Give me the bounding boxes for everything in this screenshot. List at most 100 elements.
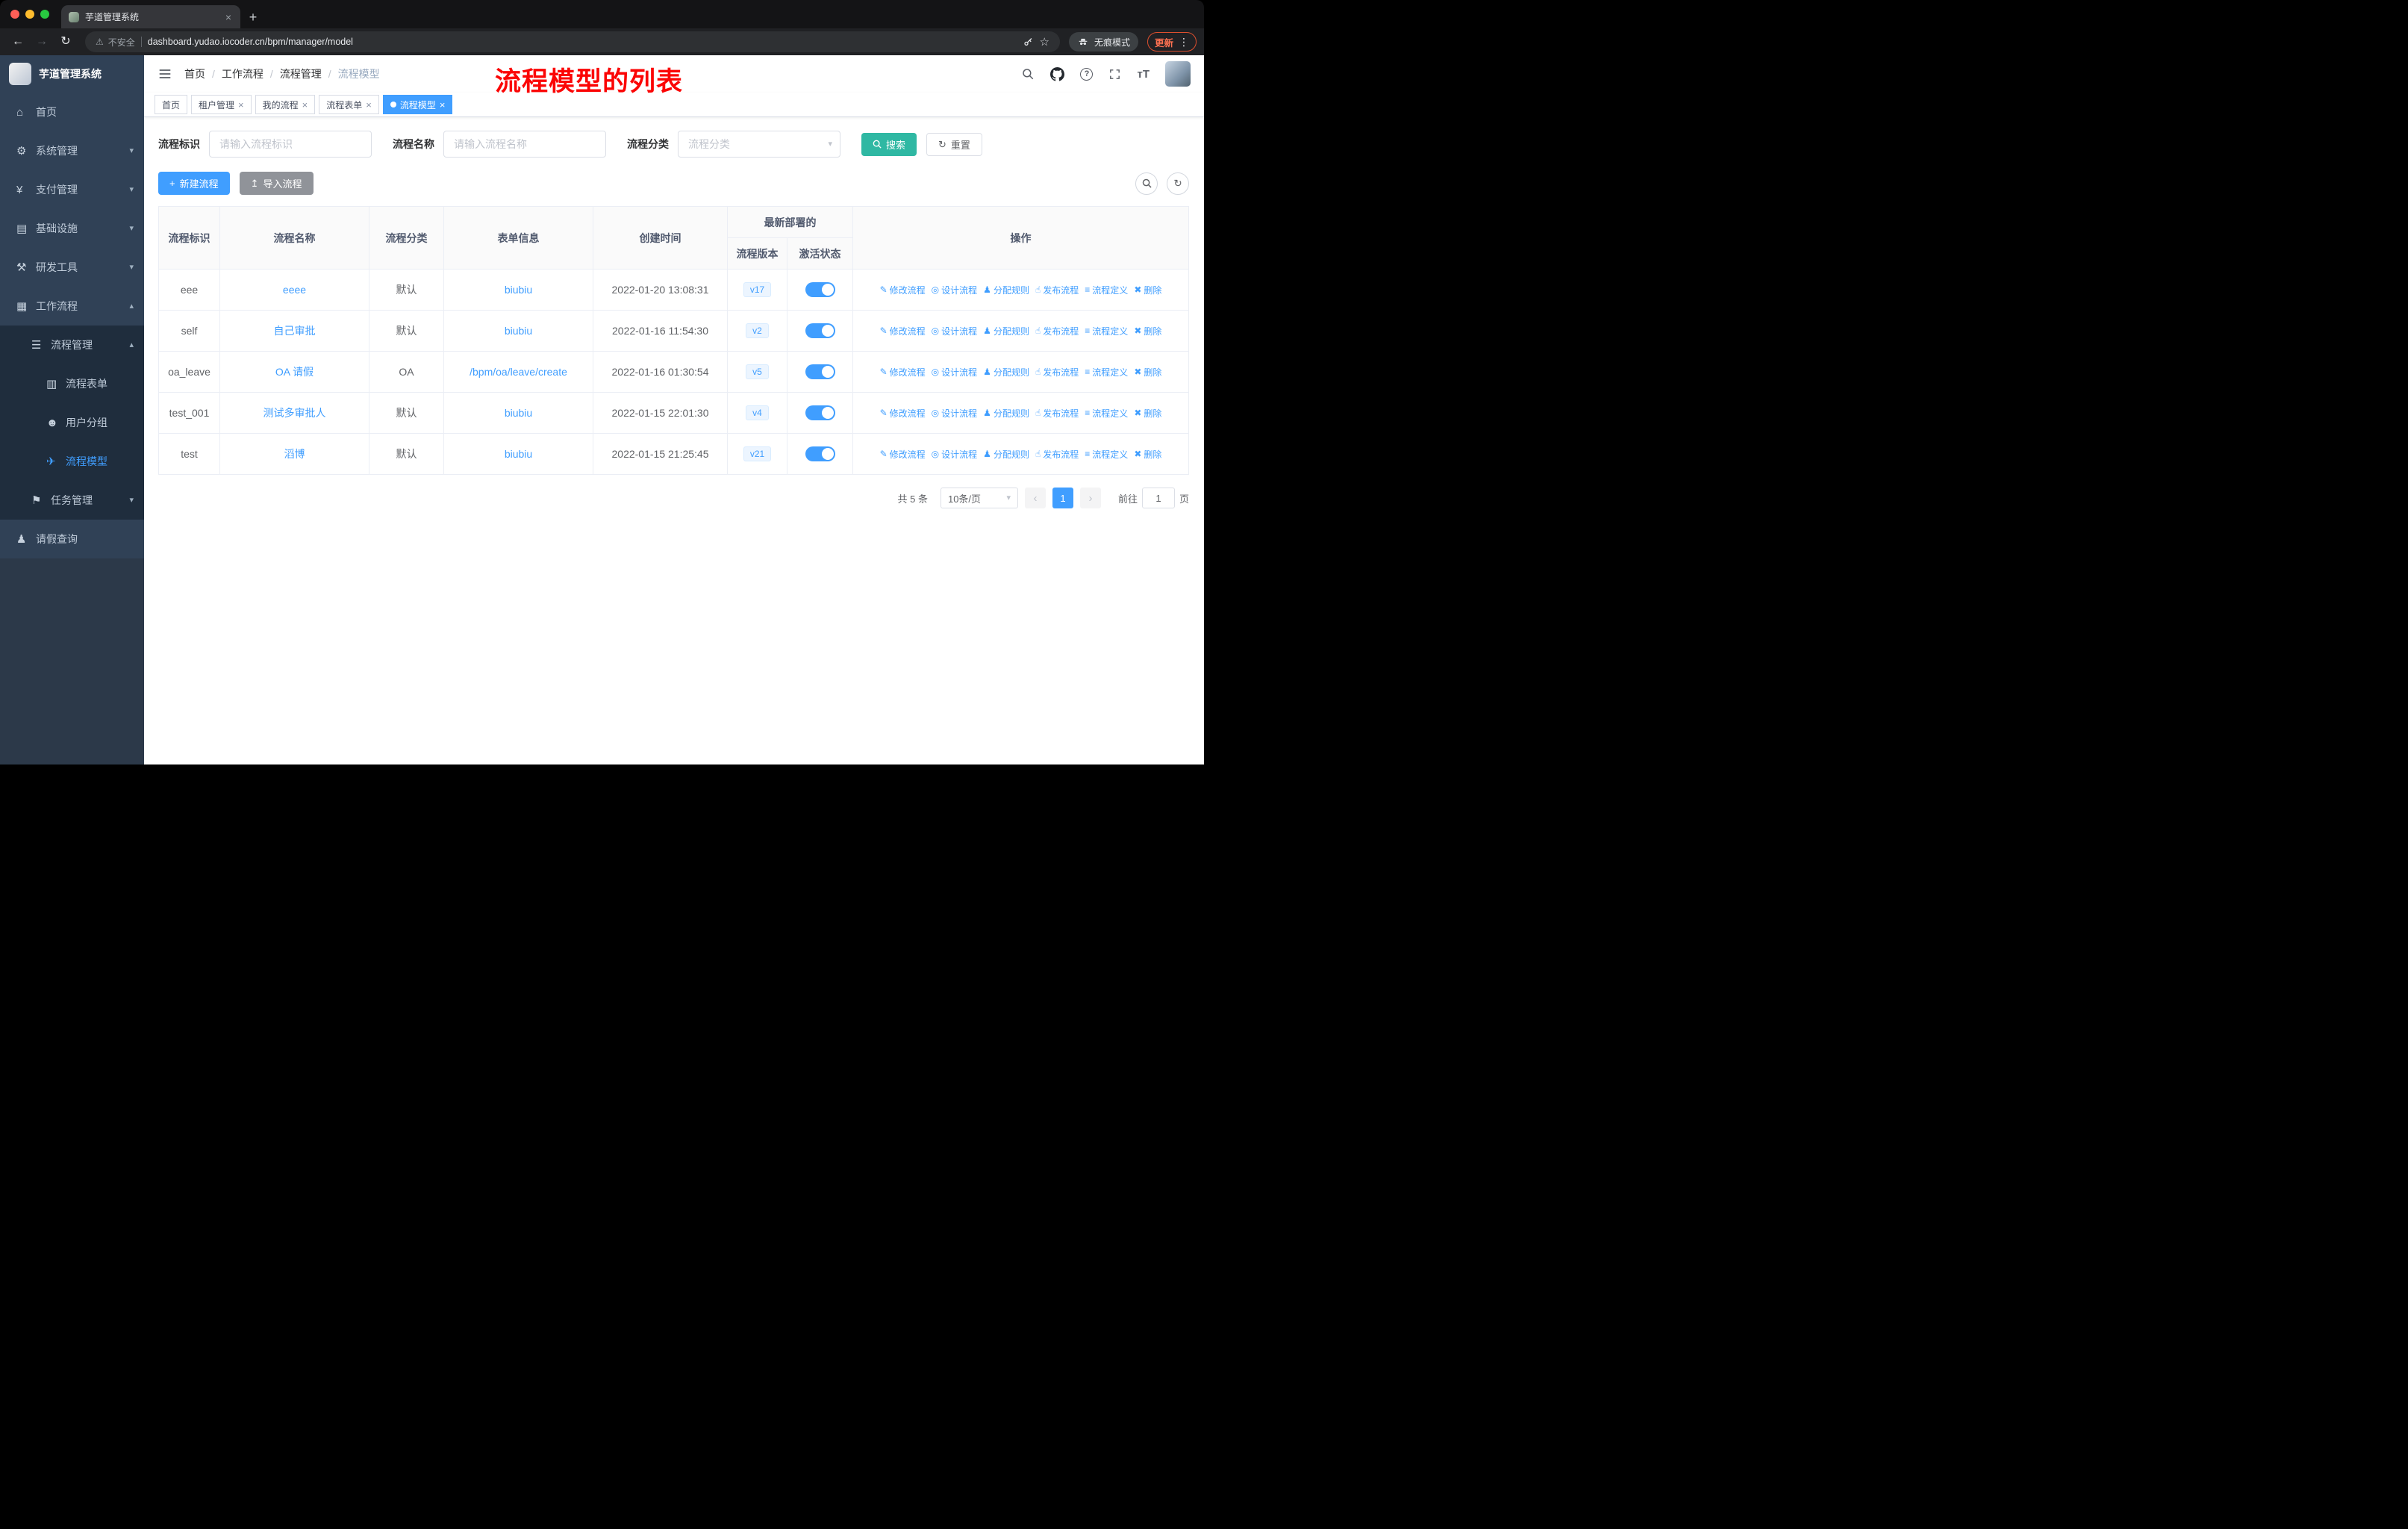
publish-process-link[interactable]: ☝ 发布流程 [1035, 448, 1079, 461]
process-name-link[interactable]: 自己审批 [274, 325, 316, 337]
design-process-link[interactable]: ◎ 设计流程 [932, 366, 978, 379]
forward-icon[interactable]: → [31, 36, 52, 48]
process-name-link[interactable]: 滔博 [284, 448, 305, 460]
password-key-icon[interactable] [1023, 37, 1034, 48]
publish-process-link[interactable]: ☝ 发布流程 [1035, 366, 1079, 379]
address-bar[interactable]: ⚠ 不安全 dashboard.yudao.iocoder.cn/bpm/man… [85, 31, 1060, 52]
form-info-link[interactable]: biubiu [505, 284, 532, 296]
search-button[interactable]: 搜索 [861, 132, 917, 156]
breadcrumb-home[interactable]: 首页 [184, 66, 222, 81]
url-text[interactable]: dashboard.yudao.iocoder.cn/bpm/manager/m… [148, 37, 1017, 47]
github-icon[interactable] [1050, 66, 1065, 81]
delete-process-link[interactable]: ✖ 删除 [1134, 366, 1161, 379]
process-id-input[interactable] [209, 131, 372, 158]
design-process-link[interactable]: ◎ 设计流程 [932, 407, 978, 420]
tag-process-form[interactable]: 流程表单 × [319, 95, 379, 114]
security-label[interactable]: 不安全 [108, 36, 135, 49]
page-size-select[interactable]: 10条/页 ▾ [940, 488, 1018, 508]
delete-process-link[interactable]: ✖ 删除 [1134, 407, 1161, 420]
category-select[interactable]: 流程分类 ▾ [678, 131, 840, 158]
tab-close-icon[interactable]: × [224, 12, 233, 22]
active-toggle[interactable] [805, 364, 835, 379]
sidebar-item-system-management[interactable]: ⚙ 系统管理 ▾ [0, 131, 144, 170]
edit-process-link[interactable]: ✎ 修改流程 [880, 366, 926, 379]
assign-rule-link[interactable]: ♟ 分配规则 [983, 407, 1029, 420]
help-icon[interactable]: ? [1080, 67, 1094, 81]
collapse-sidebar-icon[interactable] [157, 66, 172, 81]
form-info-link[interactable]: biubiu [505, 325, 532, 337]
sidebar-item-process-management[interactable]: ☰ 流程管理 ▴ [0, 326, 144, 364]
close-icon[interactable]: × [440, 100, 446, 110]
sidebar-item-home[interactable]: ⌂ 首页 [0, 93, 144, 131]
active-toggle[interactable] [805, 405, 835, 420]
window-zoom-button[interactable] [40, 10, 49, 19]
delete-process-link[interactable]: ✖ 删除 [1134, 325, 1161, 337]
sidebar-item-leave-query[interactable]: ♟ 请假查询 [0, 520, 144, 558]
next-page-button[interactable]: › [1079, 488, 1101, 508]
prev-page-button[interactable]: ‹ [1024, 488, 1046, 508]
search-icon[interactable] [1021, 67, 1035, 81]
process-name-link[interactable]: 测试多审批人 [263, 407, 326, 419]
edit-process-link[interactable]: ✎ 修改流程 [880, 284, 926, 296]
goto-page-input[interactable] [1141, 488, 1175, 508]
delete-process-link[interactable]: ✖ 删除 [1134, 284, 1161, 296]
toggle-search-button[interactable] [1135, 172, 1158, 195]
form-info-link[interactable]: biubiu [505, 407, 532, 419]
user-avatar[interactable] [1165, 61, 1191, 87]
process-definition-link[interactable]: ≡ 流程定义 [1085, 407, 1128, 420]
form-info-link[interactable]: biubiu [505, 448, 532, 460]
window-close-button[interactable] [10, 10, 19, 19]
assign-rule-link[interactable]: ♟ 分配规则 [983, 325, 1029, 337]
process-definition-link[interactable]: ≡ 流程定义 [1085, 366, 1128, 379]
process-definition-link[interactable]: ≡ 流程定义 [1085, 448, 1128, 461]
process-name-link[interactable]: eeee [283, 284, 306, 296]
assign-rule-link[interactable]: ♟ 分配规则 [983, 284, 1029, 296]
tag-my-process[interactable]: 我的流程 × [255, 95, 316, 114]
process-name-link[interactable]: OA 请假 [275, 366, 314, 378]
process-definition-link[interactable]: ≡ 流程定义 [1085, 284, 1128, 296]
sidebar-item-process-form[interactable]: ▥ 流程表单 [0, 364, 144, 403]
design-process-link[interactable]: ◎ 设计流程 [932, 448, 978, 461]
edit-process-link[interactable]: ✎ 修改流程 [880, 325, 926, 337]
publish-process-link[interactable]: ☝ 发布流程 [1035, 284, 1079, 296]
browser-menu-update-button[interactable]: 更新 ⋮ [1147, 32, 1197, 52]
breadcrumb-workflow[interactable]: 工作流程 [222, 66, 280, 81]
sidebar-item-process-model[interactable]: ✈ 流程模型 [0, 442, 144, 481]
design-process-link[interactable]: ◎ 设计流程 [932, 284, 978, 296]
close-icon[interactable]: × [238, 100, 244, 110]
font-size-icon[interactable]: тT [1137, 69, 1150, 80]
sidebar-item-payment-management[interactable]: ¥ 支付管理 ▾ [0, 170, 144, 209]
tag-process-model[interactable]: 流程模型 × [382, 95, 453, 114]
form-info-link[interactable]: /bpm/oa/leave/create [470, 366, 567, 378]
browser-tab[interactable]: 芋道管理系统 × [61, 5, 240, 28]
close-icon[interactable]: × [366, 100, 372, 110]
active-toggle[interactable] [805, 446, 835, 461]
sidebar-item-workflow[interactable]: ▦ 工作流程 ▴ [0, 287, 144, 326]
sidebar-item-dev-tools[interactable]: ⚒ 研发工具 ▾ [0, 248, 144, 287]
refresh-table-button[interactable]: ↻ [1167, 172, 1189, 195]
active-toggle[interactable] [805, 323, 835, 338]
create-process-button[interactable]: + 新建流程 [158, 172, 230, 195]
back-icon[interactable]: ← [7, 36, 28, 48]
breadcrumb-process-management[interactable]: 流程管理 [280, 66, 338, 81]
reload-icon[interactable]: ↻ [55, 36, 76, 48]
assign-rule-link[interactable]: ♟ 分配规则 [983, 448, 1029, 461]
tag-tenant-management[interactable]: 租户管理 × [191, 95, 252, 114]
tag-home[interactable]: 首页 [155, 95, 188, 114]
edit-process-link[interactable]: ✎ 修改流程 [880, 448, 926, 461]
edit-process-link[interactable]: ✎ 修改流程 [880, 407, 926, 420]
design-process-link[interactable]: ◎ 设计流程 [932, 325, 978, 337]
new-tab-button[interactable]: + [240, 5, 266, 28]
bookmark-star-icon[interactable]: ☆ [1040, 37, 1049, 48]
publish-process-link[interactable]: ☝ 发布流程 [1035, 407, 1079, 420]
page-number-button[interactable]: 1 [1052, 488, 1073, 508]
process-definition-link[interactable]: ≡ 流程定义 [1085, 325, 1128, 337]
sidebar-item-user-group[interactable]: ☻ 用户分组 [0, 403, 144, 442]
window-minimize-button[interactable] [25, 10, 34, 19]
close-icon[interactable]: × [302, 100, 308, 110]
process-name-input[interactable] [443, 131, 606, 158]
assign-rule-link[interactable]: ♟ 分配规则 [983, 366, 1029, 379]
active-toggle[interactable] [805, 282, 835, 297]
fullscreen-icon[interactable] [1108, 68, 1121, 81]
import-process-button[interactable]: ↥ 导入流程 [239, 172, 314, 195]
